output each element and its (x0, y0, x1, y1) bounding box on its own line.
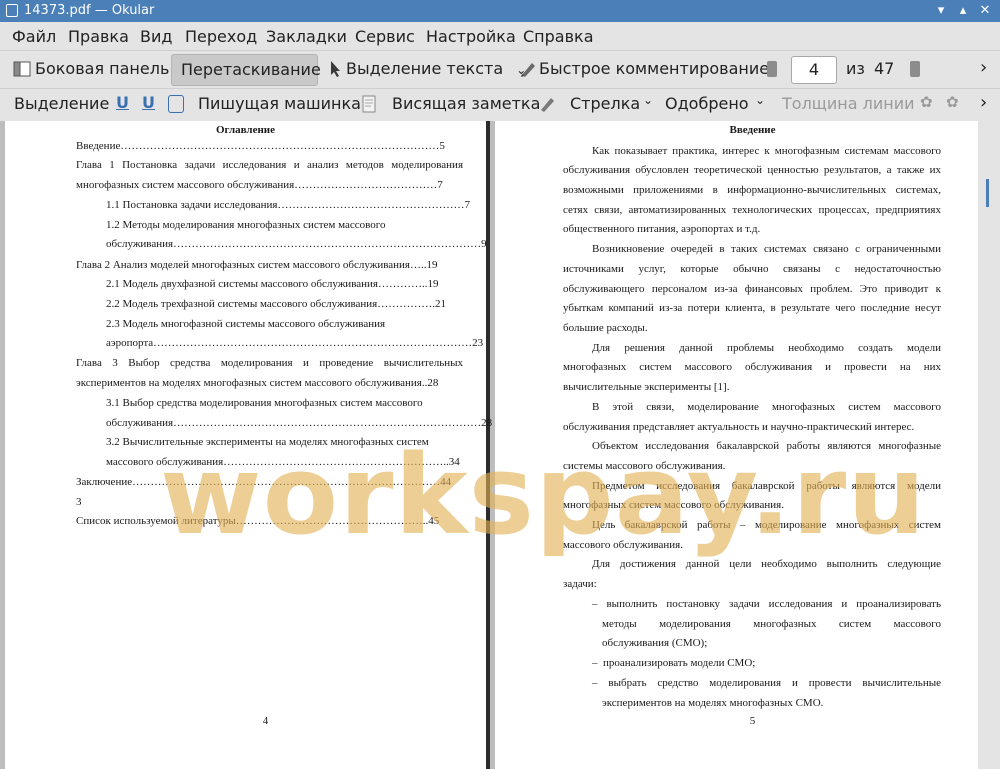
toolbar-overflow-icon[interactable]: › (980, 92, 987, 113)
line-width-label: Толщина линии (782, 94, 915, 113)
stamp-tool-label[interactable]: Одобрено (665, 94, 749, 113)
toc-line: аэропорта……………………………………………………………………………23 (106, 337, 484, 349)
strikeout-icon[interactable] (168, 95, 184, 113)
menu-go[interactable]: Переход (185, 27, 257, 46)
list-item: – выполнить постановку задачи исследован… (592, 598, 941, 610)
toc-line: 3 (76, 496, 82, 508)
toc-line: 2.2 Модель трехфазной системы массового … (106, 298, 446, 310)
list-item: – выбрать средство моделирования и прове… (592, 677, 941, 689)
toc-line: 3.1 Выбор средства моделирования многофа… (106, 397, 423, 409)
toc-line: обслуживания…………………………………………………………………………… (106, 238, 487, 250)
window-title: 14373.pdf — Okular (24, 3, 155, 18)
text-selection-button[interactable]: Выделение текста ⌄ (326, 59, 526, 78)
menu-bookmarks[interactable]: Закладки (266, 27, 347, 46)
drag-mode-label: Перетаскивание (181, 60, 321, 79)
body-line: общественного питания, аэропортах и т.д. (563, 223, 761, 235)
chevron-down-icon[interactable]: ⌄ (643, 93, 653, 107)
quick-annotations-label: Быстрое комментирование (539, 59, 770, 78)
toc-line: экспериментов на моделях многофазных сис… (76, 377, 439, 389)
body-line: источниками услуг, которые обычно связан… (563, 263, 941, 275)
body-line: большие расходы. (563, 322, 648, 334)
text-selection-label: Выделение текста (346, 59, 504, 78)
menu-tools[interactable]: Сервис (355, 27, 415, 46)
toc-line: многофазных систем массового обслуживани… (76, 179, 443, 191)
menu-file[interactable]: Файл (12, 27, 56, 46)
arrow-tool-label[interactable]: Стрелка (570, 94, 640, 113)
page-number: 5 (749, 715, 756, 727)
toc-line: Глава 2 Анализ моделей многофазных систе… (76, 259, 438, 271)
close-icon[interactable]: ✕ (976, 2, 994, 20)
body-line: многофазных систем массового обслуживани… (563, 361, 941, 373)
intro-heading: Введение (729, 124, 776, 136)
sidebar-icon (13, 61, 31, 77)
minimize-icon[interactable]: ▾ (932, 2, 950, 20)
toolbar-overflow-icon[interactable]: › (980, 57, 987, 78)
body-line: убыткам компаний из-за потери клиента, в… (563, 302, 941, 314)
annotation-toolbar: Выделение U U Пишущая машинка Висящая за… (0, 88, 1000, 122)
document-viewer[interactable]: Оглавление Введение………………………………………………………… (0, 121, 1000, 769)
underline-icon[interactable]: U (116, 93, 129, 112)
quick-annotations-button[interactable]: Быстрое комментирование (517, 59, 769, 78)
toc-line: 2.3 Модель многофазной системы массового… (106, 318, 386, 330)
main-toolbar: Боковая панель Перетаскивание Выделение … (0, 50, 1000, 89)
previous-page-icon[interactable] (767, 61, 777, 77)
sticky-note-icon[interactable] (362, 95, 376, 113)
menu-view[interactable]: Вид (140, 27, 172, 46)
watermark: workspay.ru (160, 431, 927, 559)
window-titlebar: 14373.pdf — Okular ▾ ▴ ✕ (0, 0, 1000, 22)
typewriter-tool-label[interactable]: Пишущая машинка (198, 94, 361, 113)
menu-edit[interactable]: Правка (68, 27, 129, 46)
toc-line: 1.2 Методы моделирования многофазных сис… (106, 219, 386, 231)
body-line: обслуживающего персоналом из-за финансов… (563, 283, 941, 295)
opacity-icon: ✿ (946, 93, 959, 111)
okular-app-icon (6, 4, 18, 17)
scrollbar-handle[interactable] (986, 179, 989, 207)
body-line: обслуживания обусловлен теоретической це… (563, 164, 941, 176)
page-number: 4 (262, 715, 269, 727)
body-line: Для достижения данной цели необходимо вы… (592, 558, 941, 570)
toc-line: Глава 3 Выбор средства моделирования и п… (76, 357, 463, 369)
toc-line: 2.1 Модель двухфазной системы массового … (106, 278, 439, 290)
list-item: экспериментов на моделях многофазных СМО… (602, 697, 824, 709)
body-line: сетях связи, автоматизированных технолог… (563, 204, 941, 216)
chevron-down-icon[interactable]: ⌄ (755, 93, 765, 107)
page-of-label: из (846, 59, 865, 78)
toc-line: 1.1 Постановка задачи исследования………………… (106, 199, 470, 211)
page-total-label: 47 (874, 59, 895, 78)
body-line: вычислительные эксперименты [1]. (563, 381, 730, 393)
page-number-input[interactable]: 4 (791, 56, 837, 84)
sticky-note-tool-label[interactable]: Висящая заметка (392, 94, 540, 113)
toc-line: Введение……………………………………………………………………………5 (76, 140, 445, 152)
toc-line: обслуживания…………………………………………………………………………… (106, 417, 493, 429)
pen-tool-icon[interactable] (538, 95, 556, 113)
vertical-scrollbar[interactable] (978, 121, 1000, 769)
highlight-tool-label[interactable]: Выделение (14, 94, 109, 113)
maximize-icon[interactable]: ▴ (954, 2, 972, 20)
color-icon: ✿ (920, 93, 933, 111)
body-line: Возникновение очередей в таких системах … (592, 243, 941, 255)
list-item: обслуживания (СМО); (602, 637, 708, 649)
squiggle-icon[interactable]: U (142, 93, 155, 112)
pen-icon (521, 63, 535, 77)
menu-settings[interactable]: Настройка (426, 27, 516, 46)
body-line: задачи: (563, 578, 597, 590)
toc-line: Глава 1 Постановка задачи исследования и… (76, 159, 463, 171)
body-line: Для решения данной проблемы необходимо с… (592, 342, 941, 354)
body-line: Как показывает практика, интерес к много… (592, 145, 941, 157)
drag-mode-button[interactable]: Перетаскивание (171, 54, 321, 86)
next-page-icon[interactable] (910, 61, 920, 77)
body-line: В этой связи, моделирование многофазных … (592, 401, 941, 413)
cursor-arrow-icon (331, 61, 340, 77)
sidebar-button[interactable]: Боковая панель (10, 59, 169, 78)
list-item: методы моделирования многофазных систем … (602, 618, 941, 630)
body-line: возможными приложениями в информационно-… (563, 184, 941, 196)
toc-heading: Оглавление (215, 124, 276, 136)
sidebar-button-label: Боковая панель (35, 59, 170, 78)
menubar: Файл Правка Вид Переход Закладки Сервис … (0, 22, 1000, 50)
list-item: – проанализировать модели СМО; (592, 657, 756, 669)
menu-help[interactable]: Справка (523, 27, 594, 46)
